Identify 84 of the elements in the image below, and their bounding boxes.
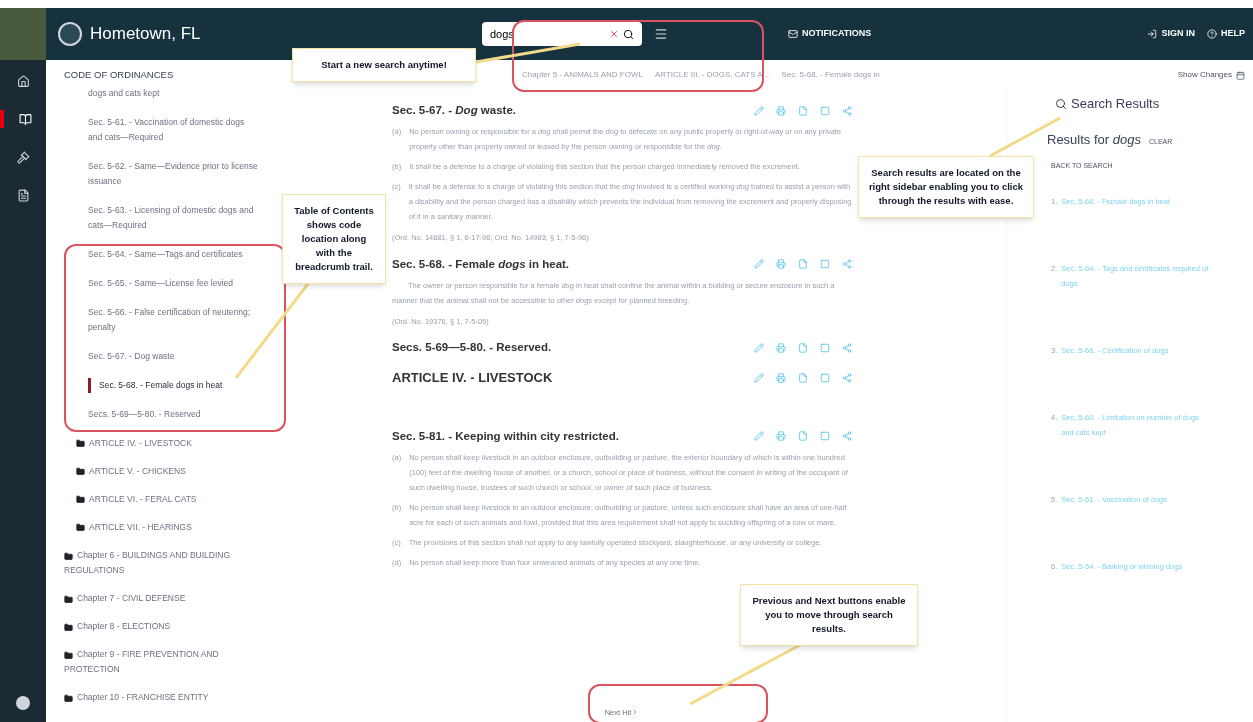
search-results-title: Search Results	[1055, 94, 1253, 114]
show-changes-toggle[interactable]: Show Changes	[1177, 69, 1245, 81]
toc-title: CODE OF ORDINANCES	[64, 68, 175, 82]
file-icon[interactable]	[798, 342, 808, 353]
file-icon[interactable]	[798, 259, 808, 270]
file-icon[interactable]	[798, 431, 808, 442]
callout-tooltip: Table of Contents shows code location along with the breadcrumb trail.	[282, 194, 386, 284]
folder-icon	[76, 467, 85, 477]
toc-item[interactable]: Sec. 5-65. - Same—License fee levied	[88, 276, 234, 292]
help-button[interactable]: HELP	[1207, 27, 1245, 41]
site-title[interactable]: Hometown, FL	[90, 21, 201, 47]
callout-tooltip: Previous and Next buttons enable you to move through search results.	[740, 584, 918, 646]
share-icon[interactable]	[842, 373, 852, 383]
toc-item[interactable]: Sec. 5-63. - Licensing of domestic dogs and cats—Required	[88, 203, 260, 234]
square-icon[interactable]	[820, 105, 830, 116]
home-icon	[16, 74, 30, 88]
printer-icon[interactable]	[776, 105, 786, 116]
callout-tooltip: Start a new search anytime!	[292, 48, 476, 82]
folder-icon	[64, 551, 73, 561]
toc-item[interactable]: Secs. 5-69—5-80. - Reserved	[88, 407, 201, 423]
pencil-icon[interactable]	[754, 105, 764, 116]
printer-icon[interactable]	[776, 431, 786, 442]
mail-icon	[788, 29, 798, 39]
folder-icon	[64, 594, 73, 604]
toc-chapter[interactable]: Chapter 9 - FIRE PREVENTION AND PROTECTION	[64, 647, 264, 678]
square-icon[interactable]	[820, 431, 830, 442]
toc-chapter[interactable]: Chapter 6 - BUILDINGS AND BUILDING REGULATIONS	[64, 548, 264, 579]
folder-icon	[76, 439, 85, 449]
file-icon[interactable]	[798, 105, 808, 116]
article-heading: ARTICLE IV. - LIVESTOCK	[392, 369, 553, 388]
folder-icon	[64, 622, 73, 632]
toc-article[interactable]: ARTICLE VI. - FERAL CATS	[76, 492, 197, 508]
menu-icon[interactable]	[654, 27, 668, 41]
toc-item[interactable]: Sec. 5-67. - Dog waste	[88, 349, 175, 365]
toc-article[interactable]: ARTICLE IV. - LIVESTOCK	[76, 436, 192, 452]
gavel-icon	[16, 150, 30, 164]
square-icon[interactable]	[820, 259, 830, 270]
section-heading: Sec. 5-68. - Female dogs in heat.	[392, 256, 570, 272]
share-icon[interactable]	[842, 259, 852, 270]
folder-icon	[76, 523, 85, 533]
share-icon[interactable]	[842, 431, 852, 442]
results-heading: Results for dogs	[1047, 130, 1141, 149]
share-icon[interactable]	[842, 342, 852, 353]
file-icon[interactable]	[798, 373, 808, 383]
share-icon[interactable]	[842, 105, 852, 116]
toc-item[interactable]: Sec. 5-66. - False certification of neutering; penalty	[88, 305, 260, 336]
toc-item[interactable]: Sec. 5-62. - Same—Evidence prior to license issuance	[88, 159, 260, 190]
section-heading: Sec. 5-67. - Dog waste.	[392, 103, 516, 118]
file-icon	[16, 188, 30, 202]
printer-icon[interactable]	[776, 342, 786, 353]
clear-icon[interactable]	[609, 29, 619, 39]
toc-article[interactable]: ARTICLE VII. - HEARINGS	[76, 520, 192, 536]
notifications-button[interactable]: NOTIFICATIONS	[788, 27, 872, 41]
sign-in-button[interactable]: SIGN IN	[1147, 27, 1195, 41]
folder-icon	[76, 495, 85, 505]
square-icon[interactable]	[820, 342, 830, 353]
toc-article[interactable]: ARTICLE V. - CHICKENS	[76, 464, 186, 480]
search-icon	[1055, 97, 1067, 110]
toc-chapter[interactable]: Chapter 7 - CIVIL DEFENSE	[64, 591, 264, 607]
section-heading: Sec. 5-81. - Keeping within city restricted.	[392, 428, 619, 444]
calendar-icon	[1236, 70, 1245, 80]
toc-item[interactable]: Sec. 5-64. - Same—Tags and certificates	[88, 247, 243, 263]
search-icon[interactable]	[623, 28, 634, 40]
breadcrumb-link[interactable]: Sec. 5-68. - Female dogs in	[781, 69, 880, 81]
pencil-icon[interactable]	[754, 259, 764, 270]
help-icon	[1207, 29, 1217, 39]
toc-item[interactable]: Sec. 5-68. - Female dogs in heat	[88, 378, 223, 394]
section-heading: Secs. 5-69—5-80. - Reserved.	[392, 340, 552, 355]
toc-chapter[interactable]: Chapter 10 - FRANCHISE ENTITY	[64, 690, 264, 706]
folder-icon	[64, 650, 73, 660]
printer-icon[interactable]	[776, 259, 786, 270]
square-icon[interactable]	[820, 373, 830, 383]
toc-item[interactable]: dogs and cats kept	[88, 86, 160, 102]
pencil-icon[interactable]	[754, 342, 764, 353]
pencil-icon[interactable]	[754, 373, 764, 383]
breadcrumb-link[interactable]: Chapter 5 - ANIMALS AND FOWL	[522, 69, 643, 81]
toc-item[interactable]: Sec. 5-61. - Vaccination of domestic dogs and cats—Required	[88, 115, 260, 146]
folder-icon	[64, 693, 73, 703]
printer-icon[interactable]	[776, 373, 786, 383]
toc-chapter[interactable]: Chapter 8 - ELECTIONS	[64, 619, 264, 635]
book-icon	[18, 112, 32, 126]
pencil-icon[interactable]	[754, 431, 764, 442]
sign-in-icon	[1147, 29, 1158, 39]
callout-tooltip: Search results are located on the right sidebar enabling you to click through the results with ease.	[858, 156, 1034, 218]
